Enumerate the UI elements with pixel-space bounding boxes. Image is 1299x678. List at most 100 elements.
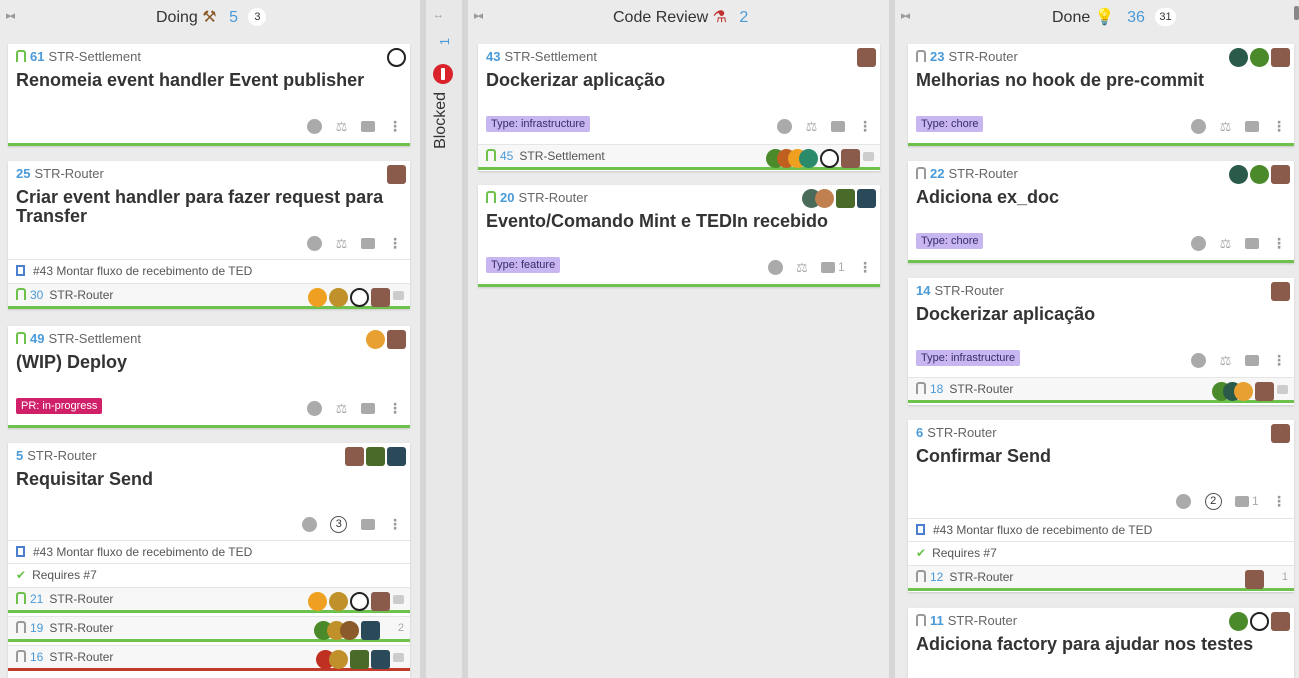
github-icon[interactable] [1191, 236, 1207, 251]
linked-pr-row[interactable]: 16 STR-Router [8, 645, 410, 671]
linked-pr-row[interactable]: 18 STR-Router [908, 377, 1294, 403]
avatar[interactable] [1271, 424, 1290, 443]
balance-scale-icon[interactable]: ⚖ [336, 401, 348, 417]
label-type[interactable]: Type: feature [486, 257, 561, 273]
avatar[interactable] [836, 189, 855, 208]
github-icon[interactable] [1191, 119, 1207, 134]
comment-icon[interactable] [1234, 496, 1249, 507]
avatar[interactable] [387, 165, 406, 184]
issue-card[interactable]: 20 STR-Router Evento/Comando Mint e TEDIn… [478, 185, 880, 287]
avatar[interactable] [371, 592, 390, 612]
issue-title[interactable]: Adiciona ex_doc [916, 188, 1286, 207]
more-options-icon[interactable]: ⋮ [388, 516, 402, 533]
avatar[interactable] [350, 288, 369, 308]
linked-pr-row[interactable]: 45 STR-Settlement [478, 144, 880, 170]
epic-row[interactable]: #43 Montar fluxo de recebimento de TED [908, 518, 1294, 542]
collapse-icon[interactable]: ▸◂ [6, 9, 15, 22]
issue-title[interactable]: Melhorias no hook de pre-commit [916, 71, 1286, 90]
balance-scale-icon[interactable]: ⚖ [336, 236, 348, 252]
avatar[interactable] [329, 288, 348, 308]
comment-icon[interactable] [820, 262, 835, 273]
avatar[interactable] [340, 621, 359, 641]
epic-row[interactable]: #43 Montar fluxo de recebimento de TED [8, 540, 410, 564]
avatar[interactable] [366, 330, 385, 349]
avatar[interactable] [820, 149, 839, 169]
github-icon[interactable] [1191, 353, 1207, 368]
github-icon[interactable] [307, 236, 323, 251]
issue-title[interactable]: Dockerizar aplicação [916, 305, 1286, 324]
issue-card[interactable]: 49 STR-Settlement (WIP) Deploy PR: in-pro… [8, 326, 410, 428]
avatar[interactable] [371, 650, 390, 670]
balance-scale-icon[interactable]: ⚖ [1220, 353, 1232, 369]
issue-card[interactable]: 5 STR-Router Requisitar Send 3 ⋮ #43 Mont… [8, 443, 410, 678]
avatar[interactable] [857, 189, 876, 208]
label-type[interactable]: Type: chore [916, 233, 984, 249]
avatar[interactable] [308, 288, 327, 308]
comment-icon[interactable] [393, 653, 404, 662]
epic-link[interactable]: #43 Montar fluxo de recebimento de TED [33, 545, 252, 559]
avatar[interactable] [1250, 48, 1269, 67]
issue-card[interactable]: 25 STR-Router Criar event handler para fa… [8, 161, 410, 309]
avatar[interactable] [329, 592, 348, 612]
collapse-icon[interactable]: ▸◂ [474, 9, 483, 22]
issue-title[interactable]: Criar event handler para fazer request p… [16, 188, 402, 226]
scrollbar[interactable] [1294, 6, 1299, 20]
linked-pr-row[interactable]: 19 STR-Router 2 [8, 616, 410, 642]
avatar[interactable] [1234, 382, 1253, 402]
more-options-icon[interactable]: ⋮ [1272, 235, 1286, 252]
comment-icon[interactable] [863, 152, 874, 161]
balance-scale-icon[interactable]: ⚖ [1220, 119, 1232, 135]
avatar[interactable] [857, 48, 876, 67]
issue-title[interactable]: Requisitar Send [16, 470, 402, 489]
avatar[interactable] [841, 149, 860, 169]
balance-scale-icon[interactable]: ⚖ [336, 119, 348, 135]
label-type[interactable]: Type: chore [916, 116, 984, 132]
epic-row[interactable]: #43 Montar fluxo de recebimento de TED [8, 259, 410, 283]
avatar[interactable] [361, 621, 380, 641]
comment-icon[interactable] [360, 238, 375, 249]
avatar[interactable] [350, 592, 369, 612]
avatar[interactable] [366, 447, 385, 466]
linked-pr-row[interactable]: 12 STR-Router 1 [908, 565, 1294, 591]
issue-title[interactable]: Confirmar Send [916, 447, 1286, 466]
avatar[interactable] [1250, 612, 1269, 631]
epic-link[interactable]: #43 Montar fluxo de recebimento de TED [33, 264, 252, 278]
label-pr-in-progress[interactable]: PR: in-progress [16, 398, 103, 414]
comment-icon[interactable] [360, 403, 375, 414]
avatar[interactable] [1229, 165, 1248, 184]
issue-card[interactable]: 14 STR-Router Dockerizar aplicação Type: … [908, 278, 1294, 405]
more-options-icon[interactable]: ⋮ [388, 118, 402, 135]
github-icon[interactable] [767, 260, 783, 275]
avatar[interactable] [815, 189, 834, 208]
github-icon[interactable] [1176, 494, 1192, 509]
issue-card[interactable]: 23 STR-Router Melhorias no hook de pre-co… [908, 44, 1294, 146]
avatar[interactable] [329, 650, 348, 670]
balance-scale-icon[interactable]: ⚖ [806, 119, 818, 135]
avatar[interactable] [1255, 382, 1274, 402]
estimate-badge[interactable]: 2 [1204, 493, 1222, 510]
comment-icon[interactable] [360, 121, 375, 132]
more-options-icon[interactable]: ⋮ [1272, 118, 1286, 135]
issue-card[interactable]: 11 STR-Router Adiciona factory para ajuda… [908, 608, 1294, 678]
avatar[interactable] [1229, 48, 1248, 67]
issue-title[interactable]: Dockerizar aplicação [486, 71, 872, 90]
issue-title[interactable]: Evento/Comando Mint e TEDIn recebido [486, 212, 872, 231]
issue-title[interactable]: Renomeia event handler Event publisher [16, 71, 402, 90]
more-options-icon[interactable]: ⋮ [388, 235, 402, 252]
issue-title[interactable]: Adiciona factory para ajudar nos testes [916, 635, 1286, 654]
more-options-icon[interactable]: ⋮ [858, 118, 872, 135]
avatar[interactable] [1271, 282, 1290, 301]
comment-icon[interactable] [393, 291, 404, 300]
avatar[interactable] [799, 149, 818, 169]
avatar[interactable] [1250, 165, 1269, 184]
avatar[interactable] [1271, 48, 1290, 67]
more-options-icon[interactable]: ⋮ [388, 400, 402, 417]
github-icon[interactable] [307, 119, 323, 134]
avatar[interactable] [387, 48, 406, 67]
avatar[interactable] [1271, 612, 1290, 631]
issue-card[interactable]: 61 STR-Settlement Renomeia event handler … [8, 44, 410, 146]
expand-icon[interactable]: ↔ [433, 9, 444, 21]
more-options-icon[interactable]: ⋮ [858, 259, 872, 276]
linked-pr-row[interactable]: 21 STR-Router [8, 587, 410, 613]
issue-title[interactable]: (WIP) Deploy [16, 353, 402, 372]
